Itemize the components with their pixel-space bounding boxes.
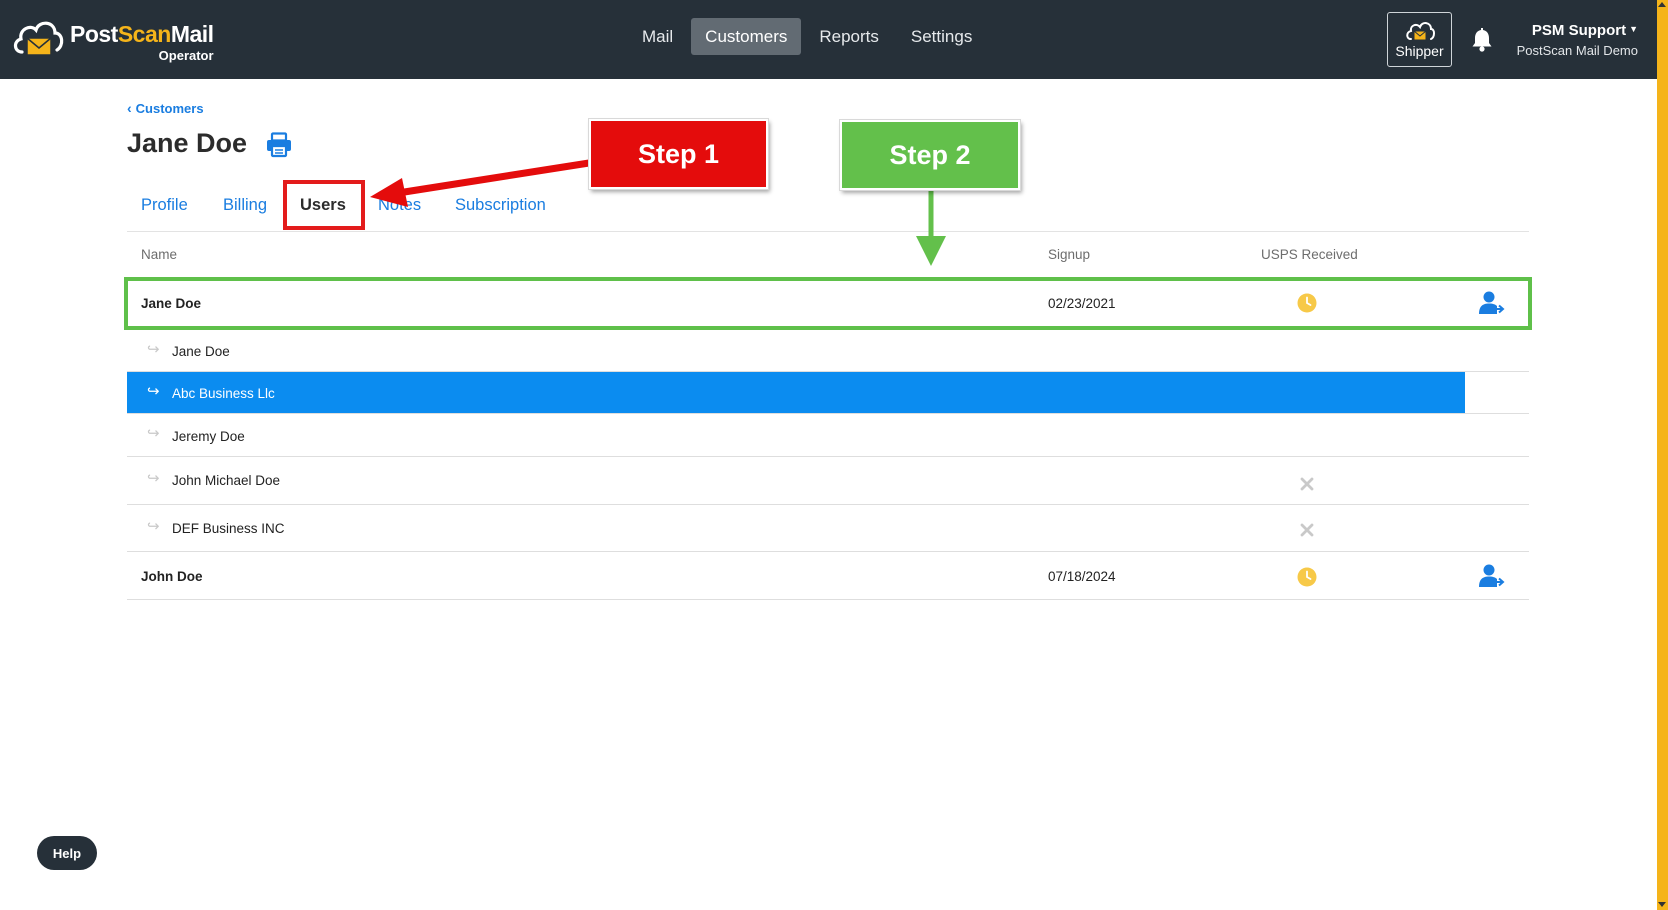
account-organization: PostScan Mail Demo	[1516, 43, 1638, 58]
column-header-name: Name	[141, 247, 178, 262]
caret-down-icon: ▼	[1629, 24, 1638, 34]
printer-icon[interactable]	[266, 132, 292, 158]
table-row[interactable]: ↪ DEF Business INC	[127, 505, 1529, 552]
step2-row-highlight	[124, 277, 1532, 330]
selected-row-highlight	[127, 372, 1465, 413]
top-navigation-bar: PostScanMail Operator Mail Customers Rep…	[0, 0, 1668, 79]
sub-user-arrow-icon: ↪	[147, 470, 160, 487]
tab-notes[interactable]: Notes	[378, 196, 421, 215]
step2-callout: Step 2	[839, 119, 1021, 191]
table-row[interactable]: ↪ John Michael Doe	[127, 457, 1529, 505]
not-received-x-icon	[1300, 523, 1314, 537]
scroll-down-icon[interactable]	[1658, 902, 1666, 907]
page-title: Jane Doe	[127, 128, 248, 158]
table-row[interactable]: ↪ Jeremy Doe	[127, 414, 1529, 457]
cloud-mail-logo-icon	[13, 21, 64, 56]
user-name: Abc Business Llc	[172, 386, 275, 401]
breadcrumb-customers-link[interactable]: ‹ Customers	[127, 100, 204, 116]
nav-item-settings[interactable]: Settings	[897, 18, 986, 55]
shipper-label: Shipper	[1395, 43, 1444, 59]
sub-user-arrow-icon: ↪	[147, 518, 160, 535]
shipper-button[interactable]: Shipper	[1387, 12, 1452, 67]
clock-pending-icon	[1297, 567, 1317, 587]
column-header-signup: Signup	[1048, 247, 1091, 262]
main-nav: Mail Customers Reports Settings	[628, 18, 986, 55]
sub-user-arrow-icon: ↪	[147, 383, 160, 400]
logo-wordmark: PostScanMail	[70, 21, 214, 47]
logo-subtitle: Operator	[158, 48, 214, 63]
nav-item-reports[interactable]: Reports	[805, 18, 893, 55]
account-name: PSM Support ▼	[1531, 22, 1638, 39]
sub-user-arrow-icon: ↪	[147, 425, 160, 442]
user-name: DEF Business INC	[172, 521, 285, 536]
not-received-x-icon	[1300, 477, 1314, 491]
user-name: John Doe	[141, 569, 203, 584]
help-button[interactable]: Help	[37, 836, 97, 870]
page-scrollbar[interactable]	[1657, 0, 1668, 910]
signup-date: 07/18/2024	[1048, 569, 1116, 584]
shipper-cloud-icon	[1405, 22, 1435, 41]
user-name: John Michael Doe	[172, 473, 281, 488]
page: PostScanMail Operator Mail Customers Rep…	[0, 0, 1668, 910]
tab-subscription[interactable]: Subscription	[455, 196, 546, 215]
postscanmail-logo[interactable]: PostScanMail Operator	[12, 14, 214, 66]
user-name: Jane Doe	[172, 344, 230, 359]
table-row[interactable]: John Doe 07/18/2024	[127, 552, 1529, 600]
sub-user-arrow-icon: ↪	[147, 341, 160, 358]
table-row-selected[interactable]: ↪ Abc Business Llc	[127, 372, 1529, 414]
chevron-left-icon: ‹	[127, 100, 132, 116]
nav-item-mail[interactable]: Mail	[628, 18, 687, 55]
users-table-header: Name Signup USPS Received	[127, 232, 1529, 276]
column-header-usps-received: USPS Received	[1261, 247, 1358, 262]
login-as-user-icon[interactable]	[1478, 563, 1506, 589]
step1-callout: Step 1	[588, 118, 769, 190]
account-menu[interactable]: PSM Support ▼ PostScan Mail Demo	[1517, 22, 1638, 58]
tab-billing[interactable]: Billing	[223, 196, 267, 215]
nav-item-customers[interactable]: Customers	[691, 18, 802, 55]
user-name: Jeremy Doe	[172, 429, 245, 444]
step1-users-tab-highlight	[283, 180, 365, 230]
notification-bell-icon[interactable]	[1471, 28, 1493, 52]
tab-profile[interactable]: Profile	[141, 196, 188, 215]
table-row[interactable]: ↪ Jane Doe	[127, 330, 1529, 372]
scroll-up-icon[interactable]	[1658, 2, 1666, 7]
